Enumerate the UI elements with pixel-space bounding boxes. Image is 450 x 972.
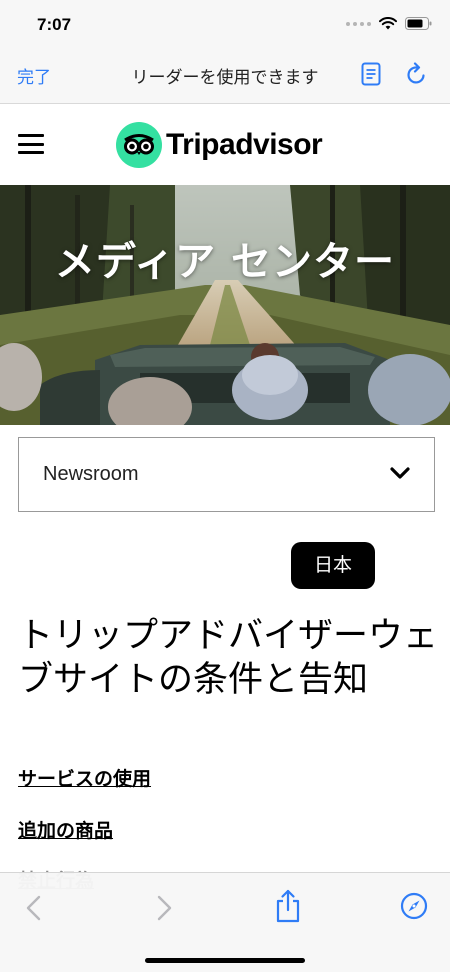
status-icons	[346, 17, 432, 30]
reader-mode-icon[interactable]	[361, 62, 381, 86]
status-bar: 7:07	[0, 0, 450, 48]
link-additional-products[interactable]: 追加の商品	[18, 816, 113, 843]
page-title: トリップアドバイザーウェブサイトの条件と告知	[18, 616, 439, 700]
language-badge[interactable]: 日本	[291, 542, 375, 589]
wifi-icon	[379, 17, 397, 30]
menu-icon[interactable]	[18, 134, 44, 154]
logo-text: Tripadvisor	[166, 128, 323, 161]
done-button[interactable]: 完了	[17, 63, 51, 88]
safari-reader-bar: リーダーを使用できます 完了	[0, 48, 450, 104]
back-icon[interactable]	[24, 895, 46, 921]
chevron-down-icon	[390, 467, 410, 479]
owl-logo-icon	[116, 122, 162, 168]
site-header: Tripadvisor	[0, 105, 450, 185]
link-use-of-services[interactable]: サービスの使用	[18, 764, 151, 791]
tripadvisor-logo[interactable]: Tripadvisor	[116, 122, 323, 168]
safari-bottom-toolbar	[0, 872, 450, 972]
compass-icon[interactable]	[400, 892, 428, 920]
reader-available-message: リーダーを使用できます	[131, 68, 319, 88]
dropdown-selected-value: Newsroom	[43, 463, 139, 485]
section-dropdown[interactable]: Newsroom	[18, 437, 435, 512]
home-indicator[interactable]	[145, 958, 305, 963]
reload-icon[interactable]	[406, 62, 428, 86]
share-icon[interactable]	[274, 889, 302, 923]
safari-jeep-photo	[0, 185, 450, 425]
battery-icon	[405, 17, 432, 30]
hero-banner: メディア センター	[0, 185, 450, 425]
signal-dots-icon	[346, 21, 371, 26]
forward-icon[interactable]	[152, 895, 174, 921]
hero-title: メディア センター	[54, 239, 396, 285]
status-time: 7:07	[37, 15, 72, 34]
